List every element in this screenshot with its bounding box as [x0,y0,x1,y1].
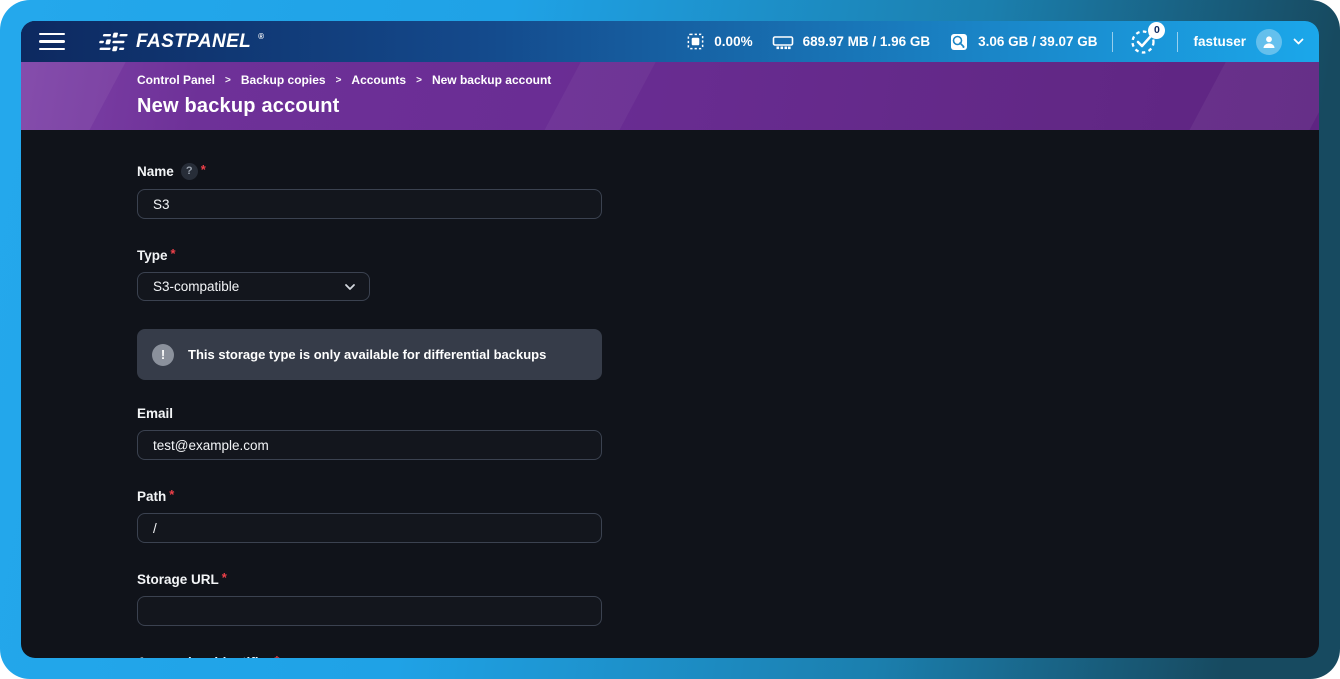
form-content: Name ? * Type * S3-compatible [21,130,1319,658]
page-title: New backup account [137,95,1319,118]
app-frame: FASTPANEL ® 0.00% [0,0,1340,679]
info-alert-text: This storage type is only available for … [188,347,546,362]
logo-text: FASTPANEL [136,31,251,53]
breadcrumb: Control Panel > Backup copies > Accounts… [137,73,1319,87]
disk-icon [949,32,969,52]
info-alert: ! This storage type is only available fo… [137,329,602,380]
type-field: Type * S3-compatible [137,248,1319,301]
required-asterisk: * [201,164,206,175]
breadcrumb-separator: > [416,75,422,86]
disk-stat: 3.06 GB / 39.07 GB [949,32,1097,52]
email-input[interactable] [137,430,602,460]
breadcrumb-separator: > [225,75,231,86]
email-label: Email [137,406,173,421]
chevron-down-icon [343,280,357,294]
username: fastuser [1193,34,1246,49]
path-field: Path * [137,489,1319,543]
chevron-down-icon [1292,35,1305,48]
exclamation-icon: ! [152,344,174,366]
tasks-button[interactable]: 0 [1128,25,1162,59]
disk-usage-value: 3.06 GB / 39.07 GB [978,34,1097,49]
path-label: Path [137,489,166,504]
access-key-field: Access key identifier * [137,655,1319,658]
topbar: FASTPANEL ® 0.00% [21,21,1319,62]
storage-url-input[interactable] [137,596,602,626]
path-input[interactable] [137,513,602,543]
type-select-value: S3-compatible [153,279,239,294]
user-menu[interactable]: fastuser [1193,29,1305,55]
cpu-stat: 0.00% [686,32,752,51]
breadcrumb-backup-copies[interactable]: Backup copies [241,73,326,87]
tasks-count-badge: 0 [1148,22,1165,39]
topbar-divider [1112,32,1113,52]
name-field: Name ? * [137,164,1319,219]
avatar [1256,29,1282,55]
required-asterisk: * [222,572,227,583]
cpu-icon [686,32,705,51]
person-icon [1261,34,1277,50]
registered-mark: ® [258,32,264,41]
app-window: FASTPANEL ® 0.00% [21,21,1319,658]
type-select[interactable]: S3-compatible [137,272,370,301]
breadcrumb-accounts[interactable]: Accounts [351,73,406,87]
breadcrumb-current: New backup account [432,73,551,87]
type-label: Type [137,248,168,263]
breadcrumb-separator: > [336,75,342,86]
breadcrumb-control-panel[interactable]: Control Panel [137,73,215,87]
memory-usage-value: 689.97 MB / 1.96 GB [803,34,931,49]
storage-url-field: Storage URL * [137,572,1319,626]
help-icon[interactable]: ? [181,163,198,180]
email-field: Email [137,406,1319,460]
ram-icon [772,32,794,51]
required-asterisk: * [274,655,279,658]
name-label: Name [137,164,174,179]
memory-stat: 689.97 MB / 1.96 GB [772,32,931,51]
page-header: Control Panel > Backup copies > Accounts… [21,62,1319,130]
menu-button[interactable] [31,25,71,59]
required-asterisk: * [169,489,174,500]
cpu-usage-value: 0.00% [714,34,752,49]
topbar-right: 0.00% 689.97 MB / 1.96 GB [667,25,1305,59]
equalizer-icon [97,31,129,53]
access-key-label: Access key identifier [137,655,271,658]
storage-url-label: Storage URL [137,572,219,587]
fastpanel-logo[interactable]: FASTPANEL ® [97,31,264,53]
required-asterisk: * [171,248,176,259]
name-input[interactable] [137,189,602,219]
topbar-divider [1177,32,1178,52]
